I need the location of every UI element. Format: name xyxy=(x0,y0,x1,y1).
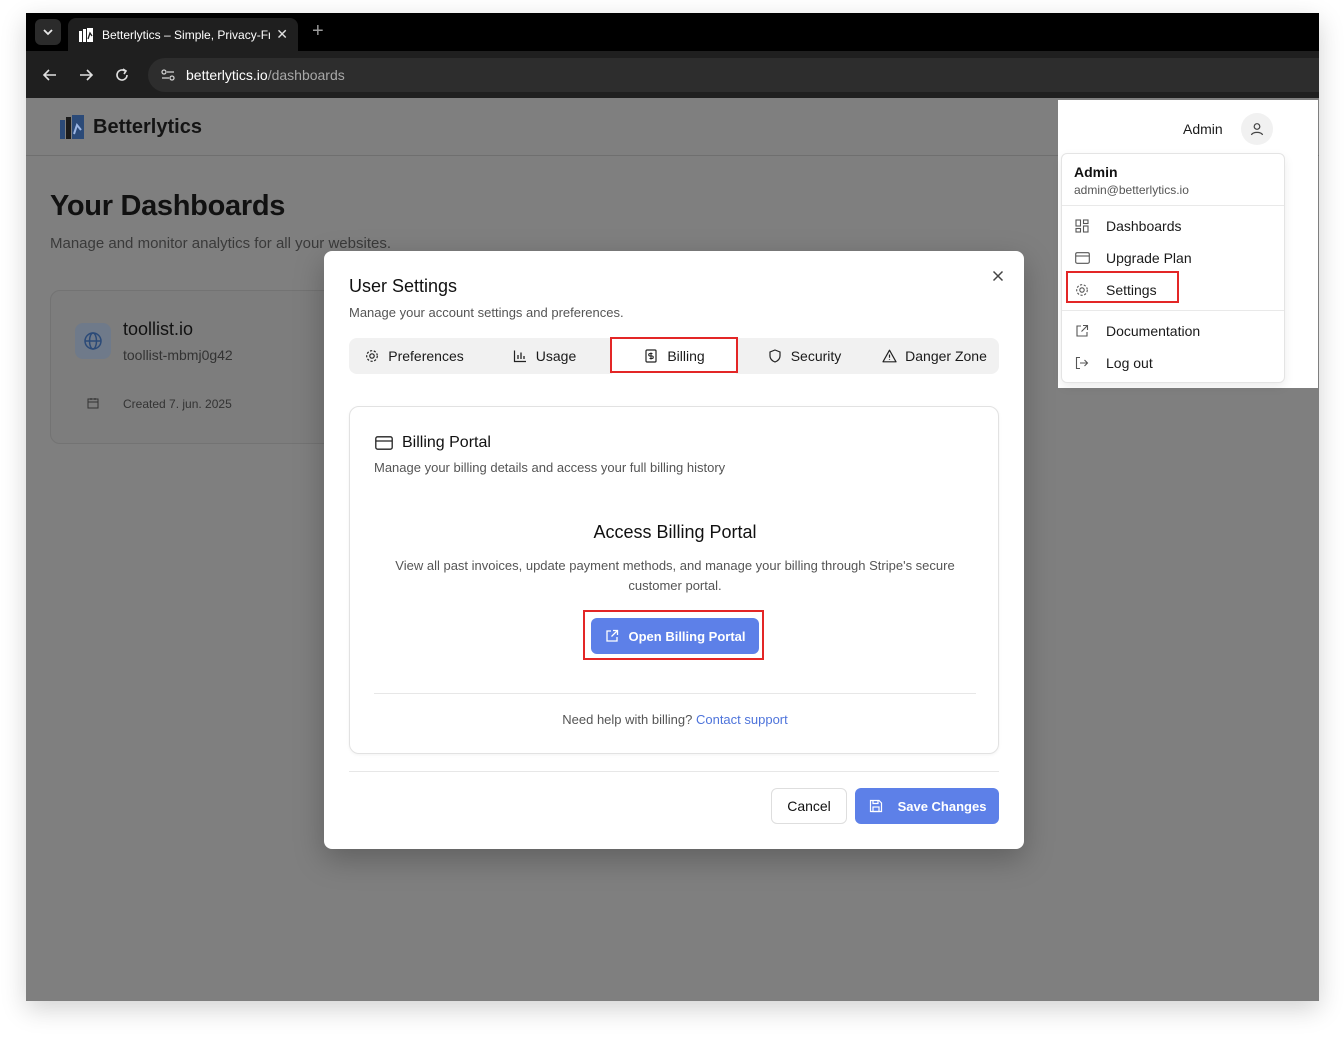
user-avatar[interactable] xyxy=(1241,113,1273,145)
tab-danger-zone[interactable]: Danger Zone xyxy=(869,338,999,374)
settings-highlight-box xyxy=(1066,271,1179,303)
save-changes-label: Save Changes xyxy=(897,798,987,814)
contact-support-link[interactable]: Contact support xyxy=(696,712,788,727)
betterlytics-logo-icon xyxy=(60,115,84,139)
new-tab-button[interactable]: + xyxy=(312,21,324,41)
dropdown-divider xyxy=(1062,310,1284,311)
tab-label: Security xyxy=(790,348,842,364)
dialog-description: Manage your account settings and prefere… xyxy=(349,305,624,320)
site-id: toollist-mbmj0g42 xyxy=(123,347,233,363)
portal-button-highlight-box xyxy=(583,610,764,660)
tab-strip: Betterlytics – Simple, Privacy-Friendly … xyxy=(26,13,1319,51)
browser-toolbar: betterlytics.io/dashboards xyxy=(26,51,1319,98)
menu-item-upgrade-plan[interactable]: Upgrade Plan xyxy=(1074,245,1274,271)
logout-icon xyxy=(1074,355,1090,371)
tab-label: Usage xyxy=(535,348,577,364)
globe-icon xyxy=(75,323,111,359)
user-icon xyxy=(1250,123,1264,136)
credit-card-icon xyxy=(374,433,394,453)
card-divider xyxy=(374,693,976,694)
dropdown-user-email: admin@betterlytics.io xyxy=(1074,183,1189,197)
arrow-left-icon xyxy=(42,69,56,81)
tab-usage[interactable]: Usage xyxy=(479,338,609,374)
access-portal-title: Access Billing Portal xyxy=(593,522,757,542)
user-settings-dialog: User Settings Manage your account settin… xyxy=(324,251,1024,849)
site-created-date: Created 7. jun. 2025 xyxy=(123,397,232,411)
dropdown-user-name: Admin xyxy=(1074,164,1118,180)
cancel-button[interactable]: Cancel xyxy=(771,788,847,824)
user-dropdown-menu: Admin admin@betterlytics.io Dashboards U… xyxy=(1061,153,1285,383)
page-subtitle: Manage and monitor analytics for all you… xyxy=(50,235,392,252)
credit-card-icon xyxy=(1074,250,1090,266)
url-path: /dashboards xyxy=(267,67,345,83)
tab-label: Danger Zone xyxy=(905,348,987,364)
tab-security[interactable]: Security xyxy=(739,338,869,374)
external-link-icon xyxy=(1074,323,1090,339)
grid-icon xyxy=(1074,218,1090,234)
dropdown-user-info: Admin admin@betterlytics.io xyxy=(1074,164,1189,197)
arrow-right-icon xyxy=(80,69,94,81)
brand-name: Betterlytics xyxy=(93,115,202,138)
site-info-icon[interactable] xyxy=(158,65,178,85)
close-icon[interactable] xyxy=(990,268,1006,284)
tab-close-icon[interactable]: ✕ xyxy=(276,26,288,43)
reload-icon xyxy=(116,68,128,81)
access-portal-description: View all past invoices, update payment m… xyxy=(395,558,955,593)
menu-item-label: Documentation xyxy=(1106,323,1201,339)
browser-window: Betterlytics – Simple, Privacy-Friendly … xyxy=(26,13,1319,1001)
card-heading-label: Billing Portal xyxy=(402,434,491,451)
chevron-down-icon xyxy=(43,29,53,36)
betterlytics-favicon-icon xyxy=(79,27,93,42)
dropdown-divider xyxy=(1062,205,1284,206)
site-name: toollist.io xyxy=(123,319,194,339)
menu-item-label: Dashboards xyxy=(1106,218,1182,234)
tab-preferences[interactable]: Preferences xyxy=(349,338,479,374)
menu-item-label: Log out xyxy=(1106,355,1153,371)
billing-portal-card: Billing Portal Manage your billing detai… xyxy=(349,406,999,754)
save-icon xyxy=(868,798,884,814)
gear-icon xyxy=(364,348,380,364)
billing-help: Need help with billing? Contact support xyxy=(350,712,1000,727)
menu-item-label: Upgrade Plan xyxy=(1106,250,1192,266)
menu-item-log-out[interactable]: Log out xyxy=(1074,350,1274,376)
warning-icon xyxy=(881,348,897,364)
shield-icon xyxy=(767,348,783,364)
dialog-title: User Settings xyxy=(349,276,458,296)
save-changes-button[interactable]: Save Changes xyxy=(855,788,999,824)
reload-button[interactable] xyxy=(110,63,134,87)
billing-tab-highlight-box xyxy=(610,337,738,373)
bar-chart-icon xyxy=(512,348,528,364)
tab-label: Preferences xyxy=(388,348,464,364)
back-button[interactable] xyxy=(38,63,62,87)
browser-tab[interactable]: Betterlytics – Simple, Privacy-Friendly … xyxy=(68,18,298,51)
page-title: Your Dashboards xyxy=(50,190,286,222)
url-host: betterlytics.io xyxy=(186,67,268,83)
calendar-icon xyxy=(87,398,99,409)
brand-logo[interactable]: Betterlytics xyxy=(59,114,202,140)
footer-divider xyxy=(349,771,999,772)
card-heading: Billing Portal xyxy=(374,433,491,453)
card-subheading: Manage your billing details and access y… xyxy=(374,460,726,475)
user-menu-trigger-label[interactable]: Admin xyxy=(1183,121,1223,137)
tab-title: Betterlytics – Simple, Privacy-Friendly … xyxy=(102,27,271,42)
address-bar[interactable]: betterlytics.io/dashboards xyxy=(148,58,1319,92)
forward-button[interactable] xyxy=(74,63,98,87)
menu-item-dashboards[interactable]: Dashboards xyxy=(1074,213,1274,239)
tab-search-button[interactable] xyxy=(35,19,61,45)
menu-item-documentation[interactable]: Documentation xyxy=(1074,318,1274,344)
help-text: Need help with billing? xyxy=(562,712,693,727)
